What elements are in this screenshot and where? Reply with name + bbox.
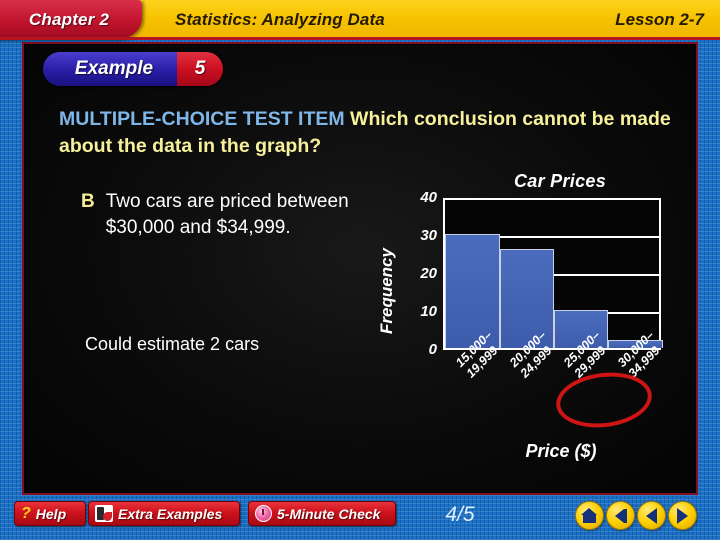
answer-choice-b: B Two cars are priced between $30,000 an…: [81, 189, 371, 241]
example-badge-number-container: 5: [177, 52, 223, 86]
header-bar: Chapter 2 Statistics: Analyzing Data Les…: [0, 0, 720, 40]
previous-button[interactable]: [637, 501, 666, 530]
example-badge: Example 5: [43, 52, 223, 86]
chevron-right-icon: [677, 507, 688, 524]
chevron-left-icon: [646, 507, 657, 524]
chapter-label: Chapter 2: [28, 10, 110, 29]
y-tick-20: 20: [420, 265, 437, 282]
annotation-note: Could estimate 2 cars: [85, 334, 260, 354]
y-tick-10: 10: [420, 303, 437, 320]
y-tick-40: 40: [420, 189, 437, 206]
chart-y-ticks: 40 30 20 10 0: [397, 189, 437, 358]
choice-text: Two cars are priced between $30,000 and …: [105, 191, 349, 238]
choice-letter: B: [81, 191, 95, 212]
question-lead-in: MULTIPLE-CHOICE TEST ITEM: [59, 108, 345, 130]
clock-icon: [255, 505, 272, 522]
five-minute-check-button-label: 5-Minute Check: [277, 505, 381, 522]
rewind-icon: [614, 508, 627, 523]
chart-x-axis-label: Price ($): [525, 441, 597, 461]
beaker-icon: [95, 505, 113, 522]
home-icon: [581, 508, 598, 523]
chart-title: Car Prices: [513, 171, 607, 191]
lesson-label: Lesson 2-7: [615, 10, 704, 29]
example-badge-word: Example: [74, 58, 154, 79]
extra-examples-button-label: Extra Examples: [118, 505, 223, 522]
page-title: Statistics: Analyzing Data: [175, 10, 385, 29]
extra-examples-button[interactable]: Extra Examples: [88, 501, 240, 526]
y-tick-30: 30: [420, 227, 437, 244]
question-text: MULTIPLE-CHOICE TEST ITEM Which conclusi…: [59, 106, 674, 160]
home-button[interactable]: [575, 501, 604, 530]
help-button-label: Help: [35, 505, 67, 522]
chart-y-axis-label: Frequency: [377, 248, 396, 334]
help-button[interactable]: ? Help: [14, 501, 86, 526]
y-tick-0: 0: [428, 341, 437, 358]
next-button[interactable]: [668, 501, 697, 530]
bottom-toolbar: ? Help Extra Examples 5-Minute Check 4/5: [0, 493, 720, 540]
rewind-button[interactable]: [606, 501, 635, 530]
page-indicator: 4/5: [445, 503, 475, 526]
five-minute-check-button[interactable]: 5-Minute Check: [248, 501, 396, 526]
question-mark-icon: ?: [21, 504, 31, 522]
example-badge-word-container: Example: [43, 52, 177, 86]
slide-content: Example 5 MULTIPLE-CHOICE TEST ITEM Whic…: [22, 42, 698, 495]
chapter-tab[interactable]: Chapter 2: [0, 0, 142, 40]
car-prices-chart: Car Prices Frequency 40 30 20 10 0 15,00…: [355, 169, 695, 492]
example-badge-number: 5: [194, 58, 206, 79]
